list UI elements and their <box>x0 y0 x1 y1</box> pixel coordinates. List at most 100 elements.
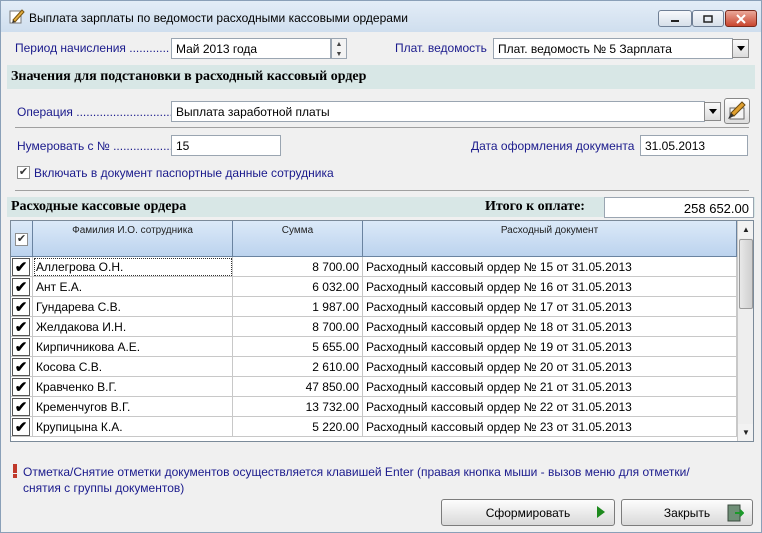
row-check-cell[interactable]: ✔ <box>11 317 33 337</box>
cell-document[interactable]: Расходный кассовый ордер № 19 от 31.05.2… <box>363 337 737 357</box>
row-checkbox[interactable]: ✔ <box>12 398 30 416</box>
grid-vertical-scrollbar[interactable]: ▲ ▼ <box>737 221 753 441</box>
table-row[interactable]: ✔ Косова С.В. 2 610.00 Расходный кассовый о… <box>11 357 737 377</box>
table-row[interactable]: ✔ Желдакова И.Н. 8 700.00 Расходный кассовы… <box>11 317 737 337</box>
cell-name[interactable]: Желдакова И.Н. <box>33 317 233 337</box>
table-row[interactable]: ✔ Ант Е.А. 6 032.00 Расходный кассовый орде… <box>11 277 737 297</box>
cell-name[interactable]: Крупицына К.А. <box>33 417 233 437</box>
operation-select[interactable]: Выплата заработной платы <box>171 101 705 122</box>
cell-sum[interactable]: 8 700.00 <box>233 317 363 337</box>
generate-button-label: Сформировать <box>485 505 571 520</box>
table-row[interactable]: ✔ Кравченко В.Г. 47 850.00 Расходный кассов… <box>11 377 737 397</box>
numbering-label: Нумеровать с № .................. <box>17 139 174 153</box>
statement-dropdown-button[interactable] <box>732 39 749 58</box>
cell-sum[interactable]: 8 700.00 <box>233 257 363 277</box>
table-row[interactable]: ✔ Крупицына К.А. 5 220.00 Расходный кассовы… <box>11 417 737 437</box>
maximize-button[interactable] <box>692 10 724 27</box>
table-row[interactable]: ✔ Аллегрова О.Н. 8 700.00 Расходный кассовы… <box>11 257 737 277</box>
row-check-cell[interactable]: ✔ <box>11 377 33 397</box>
minimize-button[interactable] <box>658 10 692 27</box>
row-check-cell[interactable]: ✔ <box>11 257 33 277</box>
cell-sum[interactable]: 47 850.00 <box>233 377 363 397</box>
column-header-document[interactable]: Расходный документ <box>363 221 737 257</box>
operation-dropdown-button[interactable] <box>704 102 721 121</box>
scroll-down-icon[interactable]: ▼ <box>738 424 753 441</box>
operation-edit-button[interactable] <box>724 98 750 124</box>
hint-text: Отметка/Снятие отметки документов осущес… <box>23 465 690 495</box>
cell-sum[interactable]: 5 655.00 <box>233 337 363 357</box>
substitution-heading: Значения для подстановки в расходный кас… <box>11 69 367 84</box>
select-all-checkbox[interactable]: ✔ <box>15 233 28 246</box>
close-button[interactable]: Закрыть <box>621 499 753 526</box>
title-bar[interactable]: Выплата зарплаты по ведомости расходными… <box>1 1 761 32</box>
scroll-thumb[interactable] <box>739 239 753 309</box>
cell-name[interactable]: Гундарева С.В. <box>33 297 233 317</box>
cell-document[interactable]: Расходный кассовый ордер № 20 от 31.05.2… <box>363 357 737 377</box>
table-row[interactable]: ✔ Кирпичникова А.Е. 5 655.00 Расходный касс… <box>11 337 737 357</box>
spin-down-icon[interactable]: ▼ <box>332 49 346 59</box>
row-check-cell[interactable]: ✔ <box>11 297 33 317</box>
period-input[interactable]: Май 2013 года <box>171 38 331 59</box>
statement-select[interactable]: Плат. ведомость № 5 Зарплата <box>493 38 733 59</box>
cell-name[interactable]: Кременчугов В.Г. <box>33 397 233 417</box>
pen-document-icon <box>9 9 25 24</box>
column-header-sum[interactable]: Сумма <box>233 221 363 257</box>
row-check-cell[interactable]: ✔ <box>11 417 33 437</box>
row-check-cell[interactable]: ✔ <box>11 277 33 297</box>
row-checkbox[interactable]: ✔ <box>12 418 30 436</box>
cell-sum[interactable]: 13 732.00 <box>233 397 363 417</box>
cell-document[interactable]: Расходный кассовый ордер № 17 от 31.05.2… <box>363 297 737 317</box>
period-spinner[interactable]: ▲ ▼ <box>331 38 347 59</box>
row-check-cell[interactable]: ✔ <box>11 337 33 357</box>
row-checkbox[interactable]: ✔ <box>12 378 30 396</box>
row-checkbox[interactable]: ✔ <box>12 258 30 276</box>
cell-name[interactable]: Косова С.В. <box>33 357 233 377</box>
substitution-separator <box>15 127 749 128</box>
passport-label: Включать в документ паспортные данные со… <box>34 166 334 180</box>
cell-name[interactable]: Кравченко В.Г. <box>33 377 233 397</box>
cell-document[interactable]: Расходный кассовый ордер № 18 от 31.05.2… <box>363 317 737 337</box>
passport-separator <box>15 190 749 191</box>
close-window-button[interactable] <box>725 10 757 27</box>
row-checkbox[interactable]: ✔ <box>12 338 30 356</box>
checkmark-icon: ✔ <box>14 298 28 316</box>
close-icon <box>736 13 746 24</box>
cell-sum[interactable]: 1 987.00 <box>233 297 363 317</box>
row-check-cell[interactable]: ✔ <box>11 397 33 417</box>
row-checkbox[interactable]: ✔ <box>12 318 30 336</box>
orders-heading: Расходные кассовые ордера <box>11 199 187 214</box>
cell-sum[interactable]: 2 610.00 <box>233 357 363 377</box>
cell-document[interactable]: Расходный кассовый ордер № 23 от 31.05.2… <box>363 417 737 437</box>
column-header-name[interactable]: Фамилия И.О. сотрудника <box>33 221 233 257</box>
generate-button[interactable]: Сформировать <box>441 499 615 526</box>
table-row[interactable]: ✔ Гундарева С.В. 1 987.00 Расходный кассовы… <box>11 297 737 317</box>
row-checkbox[interactable]: ✔ <box>12 358 30 376</box>
scroll-up-icon[interactable]: ▲ <box>738 221 753 238</box>
row-checkbox[interactable]: ✔ <box>12 278 30 296</box>
cell-name[interactable]: Кирпичникова А.Е. <box>33 337 233 357</box>
checkmark-icon: ✔ <box>14 378 28 396</box>
restore-icon <box>703 14 713 23</box>
numbering-input[interactable]: 15 <box>171 135 281 156</box>
spin-up-icon[interactable]: ▲ <box>332 39 346 49</box>
select-all-header[interactable]: ✔ <box>11 221 33 257</box>
cell-document[interactable]: Расходный кассовый ордер № 22 от 31.05.2… <box>363 397 737 417</box>
cell-sum[interactable]: 6 032.00 <box>233 277 363 297</box>
checkmark-icon: ✔ <box>14 278 28 296</box>
row-check-cell[interactable]: ✔ <box>11 357 33 377</box>
passport-checkbox[interactable]: ✔ <box>17 166 30 179</box>
period-label: Период начисления ............ <box>15 41 170 55</box>
row-checkbox[interactable]: ✔ <box>12 298 30 316</box>
checkmark-icon: ✔ <box>16 233 27 245</box>
chevron-down-icon <box>708 109 717 114</box>
cell-sum[interactable]: 5 220.00 <box>233 417 363 437</box>
doc-date-input[interactable]: 31.05.2013 <box>640 135 748 156</box>
table-row[interactable]: ✔ Кременчугов В.Г. 13 732.00 Расходный касс… <box>11 397 737 417</box>
cell-document[interactable]: Расходный кассовый ордер № 21 от 31.05.2… <box>363 377 737 397</box>
warning-icon <box>13 464 17 478</box>
cell-name[interactable]: Ант Е.А. <box>33 277 233 297</box>
cell-document[interactable]: Расходный кассовый ордер № 16 от 31.05.2… <box>363 277 737 297</box>
cell-name[interactable]: Аллегрова О.Н. <box>33 257 233 277</box>
chevron-down-icon <box>736 46 745 51</box>
cell-document[interactable]: Расходный кассовый ордер № 15 от 31.05.2… <box>363 257 737 277</box>
